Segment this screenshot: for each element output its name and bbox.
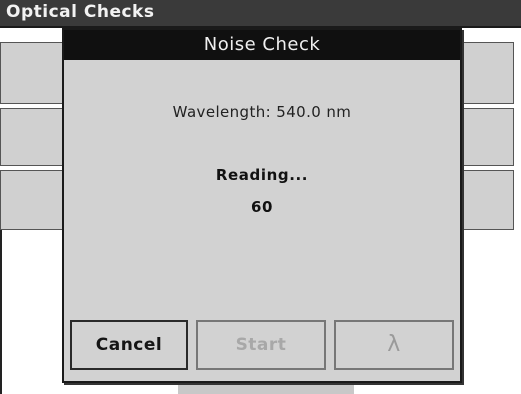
dialog-titlebar: Noise Check xyxy=(64,30,460,60)
background-window-titlebar: Optical Checks xyxy=(0,0,521,28)
dialog-title: Noise Check xyxy=(203,34,321,55)
screen: Optical Checks Noise Check Wavelength: 5… xyxy=(0,0,521,394)
noise-check-dialog: Noise Check Wavelength: 540.0 nm Reading… xyxy=(62,28,462,383)
wavelength-button[interactable]: λ xyxy=(334,320,454,370)
reading-status: Reading... xyxy=(215,166,309,184)
reading-count: 60 xyxy=(250,198,274,216)
background-window-title: Optical Checks xyxy=(6,2,155,22)
lambda-icon: λ xyxy=(387,332,401,357)
background-window-border xyxy=(0,230,2,394)
start-button[interactable]: Start xyxy=(196,320,326,370)
cancel-button[interactable]: Cancel xyxy=(70,320,188,370)
wavelength-readout: Wavelength: 540.0 nm xyxy=(172,103,352,121)
